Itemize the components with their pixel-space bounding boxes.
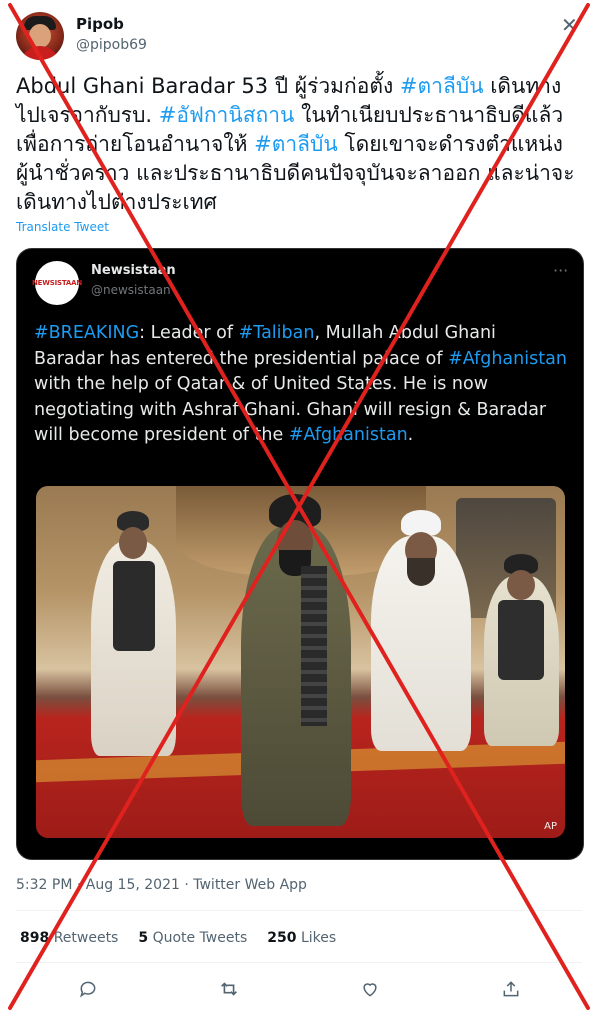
quoted-avatar[interactable]: NEWSISTAAN bbox=[32, 261, 82, 305]
photo-person-center bbox=[241, 494, 351, 826]
quotes-label: Quote Tweets bbox=[152, 930, 248, 946]
reply-icon[interactable] bbox=[74, 975, 102, 1003]
quoted-text: #BREAKING: Leader of #Taliban, Mullah Ab… bbox=[34, 321, 570, 449]
quoted-avatar-logo: NEWSISTAAN bbox=[32, 279, 82, 287]
tweet-photo[interactable]: AP bbox=[36, 486, 565, 838]
photo-person-left bbox=[91, 511, 176, 756]
photo-person-right bbox=[371, 510, 471, 751]
avatar-face bbox=[29, 24, 51, 48]
quoted-tweet[interactable]: NEWSISTAAN Newsistaan @newsistaan ··· #B… bbox=[16, 248, 584, 860]
hashtag-breaking[interactable]: #BREAKING bbox=[34, 323, 139, 343]
quote-tweets-stat[interactable]: 5 Quote Tweets bbox=[138, 930, 247, 946]
hashtag-afghanistan[interactable]: #Afghanistan bbox=[289, 425, 408, 445]
author-avatar[interactable] bbox=[16, 12, 64, 60]
hashtag-taliban[interactable]: #ตาลีบัน bbox=[400, 74, 484, 98]
quoted-author-handle[interactable]: @newsistaan bbox=[91, 283, 171, 297]
likes-count: 250 bbox=[267, 930, 297, 946]
likes-label: Likes bbox=[300, 930, 337, 946]
translate-tweet-link[interactable]: Translate Tweet bbox=[16, 220, 109, 234]
likes-stat[interactable]: 250 Likes bbox=[267, 930, 336, 946]
retweets-label: Retweets bbox=[53, 930, 119, 946]
action-bar bbox=[0, 975, 598, 1003]
like-icon[interactable] bbox=[356, 975, 384, 1003]
hashtag-afghanistan[interactable]: #Afghanistan bbox=[448, 349, 567, 369]
retweets-count: 898 bbox=[20, 930, 50, 946]
hashtag-taliban[interactable]: #Taliban bbox=[239, 323, 315, 343]
divider bbox=[16, 910, 582, 911]
quoted-segment: . bbox=[407, 425, 414, 446]
retweet-icon[interactable] bbox=[215, 975, 243, 1003]
hashtag-taliban[interactable]: #ตาลีบัน bbox=[254, 132, 338, 156]
more-icon[interactable]: ··· bbox=[553, 261, 568, 280]
tweet-text: Abdul Ghani Baradar 53 ปี ผู้ร่วมก่อตั้ง… bbox=[16, 72, 582, 217]
photo-person-far-right bbox=[484, 554, 559, 746]
photo-credit: AP bbox=[544, 821, 557, 832]
share-icon[interactable] bbox=[497, 975, 525, 1003]
engagement-stats: 898 Retweets 5 Quote Tweets 250 Likes bbox=[20, 930, 336, 946]
avatar-shirt bbox=[20, 46, 60, 60]
retweets-stat[interactable]: 898 Retweets bbox=[20, 930, 118, 946]
divider bbox=[16, 962, 582, 963]
close-icon[interactable]: ✕ bbox=[561, 13, 578, 37]
tweet-segment: Abdul Ghani Baradar 53 ปี ผู้ร่วมก่อตั้ง bbox=[16, 74, 400, 98]
quoted-author-name[interactable]: Newsistaan bbox=[91, 263, 176, 278]
quotes-count: 5 bbox=[138, 930, 149, 946]
tweet-timestamp[interactable]: 5:32 PM · Aug 15, 2021 · Twitter Web App bbox=[16, 877, 307, 893]
author-name[interactable]: Pipob bbox=[76, 15, 124, 33]
author-handle[interactable]: @pipob69 bbox=[76, 37, 147, 53]
hashtag-afghanistan[interactable]: #อัฟกานิสถาน bbox=[159, 103, 295, 127]
quoted-segment: : Leader of bbox=[139, 323, 239, 343]
